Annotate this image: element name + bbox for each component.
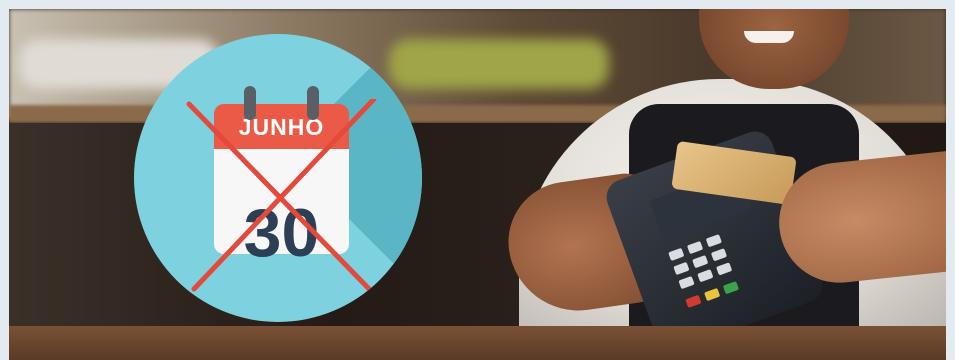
page-frame: JUNHO 30 — [0, 0, 955, 360]
terminal-confirm-key — [722, 281, 740, 295]
terminal-key — [686, 240, 704, 255]
terminal-clear-key — [704, 287, 721, 302]
terminal-key — [705, 234, 722, 248]
calendar-badge: JUNHO 30 — [134, 34, 422, 322]
terminal-key — [716, 262, 733, 276]
terminal-key — [668, 247, 685, 262]
terminal-key — [697, 269, 714, 283]
cross-x-icon — [186, 99, 377, 297]
terminal-key — [692, 255, 709, 269]
terminal-key — [678, 275, 695, 290]
cashier-smile — [744, 31, 794, 43]
terminal-key — [710, 248, 728, 262]
terminal-cancel-key — [685, 294, 702, 308]
shop-counter — [9, 326, 946, 360]
terminal-key — [673, 261, 690, 276]
shelf-produce — [389, 39, 609, 89]
